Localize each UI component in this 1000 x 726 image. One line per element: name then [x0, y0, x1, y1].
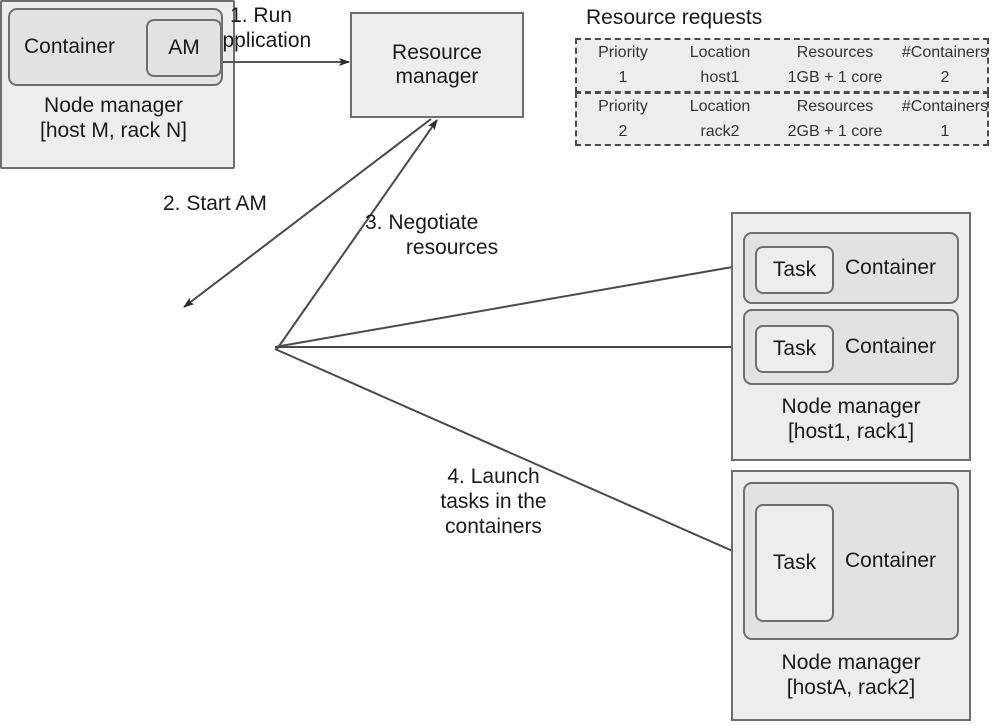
resource-manager-node[interactable]: Resource manager	[350, 12, 524, 118]
container-box[interactable]: Task Container	[743, 232, 959, 304]
step-4-line2: tasks in the	[440, 489, 547, 513]
step-4-line1: 4. Launch	[447, 465, 540, 488]
resource-request-header-row: Priority Location Resources #Containers	[577, 94, 988, 119]
resource-request-value-row: 1 host1 1GB + 1 core 2	[577, 66, 987, 92]
step-4-line3: containers	[445, 514, 542, 538]
container-label: Container	[845, 256, 937, 279]
resource-manager-label-line2: manager	[395, 65, 479, 88]
node-manager-hostA[interactable]: Task Container Node manager [hostA, rack…	[731, 470, 971, 721]
step-2-line1: 2. Start AM	[163, 192, 267, 215]
caption-line2: [host1, rack1]	[787, 420, 915, 444]
caption-line2: [hostA, rack2]	[786, 676, 916, 700]
value-containers: 2	[940, 69, 950, 87]
resource-request-header-row: Priority Location Resources #Containers	[577, 40, 988, 66]
header-priority: Priority	[598, 43, 648, 61]
value-resources: 1GB + 1 core	[787, 69, 883, 87]
value-location: host1	[700, 69, 740, 87]
resource-requests-title: Resource requests	[586, 6, 763, 29]
am-label: AM	[168, 36, 200, 59]
header-resources: Resources	[796, 97, 874, 115]
value-resources: 2GB + 1 core	[787, 122, 883, 140]
resource-request-row[interactable]: Priority Location Resources #Containers …	[575, 92, 989, 146]
task-label: Task	[772, 337, 817, 360]
node-manager-hostA-caption: Node manager [hostA, rack2]	[733, 650, 969, 700]
container-label: Container	[24, 35, 116, 58]
node-manager-hostM[interactable]: Container AM Node manager [host M, rack …	[0, 0, 235, 169]
header-priority: Priority	[598, 97, 648, 115]
header-location: Location	[689, 97, 751, 115]
container-label: Container	[845, 549, 937, 572]
value-priority: 2	[618, 122, 628, 140]
container-box[interactable]: Task Container	[743, 482, 959, 640]
node-manager-host1[interactable]: Task Container Task Container Node manag…	[731, 212, 971, 461]
arrow-launch-task-1	[274, 262, 745, 348]
caption-line1: Node manager	[44, 94, 183, 117]
node-manager-host1-caption: Node manager [host1, rack1]	[733, 394, 969, 444]
caption-line2: [host M, rack N]	[39, 119, 188, 143]
step-2-label: 2. Start AM	[163, 192, 323, 217]
diagram-canvas: Client Resource manager 1. Run applicati…	[0, 0, 1000, 726]
task-label: Task	[772, 258, 817, 281]
resource-request-row[interactable]: Priority Location Resources #Containers …	[575, 38, 989, 93]
header-resources: Resources	[796, 43, 874, 61]
header-containers: #Containers	[901, 97, 989, 115]
task-box[interactable]: Task	[755, 325, 834, 373]
task-box[interactable]: Task	[755, 504, 834, 622]
caption-line1: Node manager	[781, 651, 921, 674]
step-3-line2: resources	[405, 235, 499, 259]
step-3-label: 3. Negotiate resources	[365, 211, 525, 261]
task-box[interactable]: Task	[755, 246, 834, 294]
container-box[interactable]: Task Container	[743, 309, 959, 385]
value-location: rack2	[700, 122, 740, 140]
task-label: Task	[772, 551, 817, 574]
step-3-line1: 3. Negotiate	[365, 211, 479, 234]
header-location: Location	[689, 43, 751, 61]
header-containers: #Containers	[901, 43, 989, 61]
value-containers: 1	[940, 122, 950, 140]
container-am[interactable]: Container AM	[8, 8, 223, 86]
am-box[interactable]: AM	[146, 19, 222, 77]
container-label: Container	[845, 335, 937, 358]
resource-request-value-row: 2 rack2 2GB + 1 core 1	[577, 119, 987, 144]
resource-manager-label-line1: Resource	[392, 40, 482, 64]
caption-line1: Node manager	[781, 395, 921, 418]
value-priority: 1	[618, 69, 628, 87]
step-4-label: 4. Launch tasks in the containers	[411, 465, 576, 539]
node-manager-hostM-caption: Node manager [host M, rack N]	[0, 93, 227, 143]
